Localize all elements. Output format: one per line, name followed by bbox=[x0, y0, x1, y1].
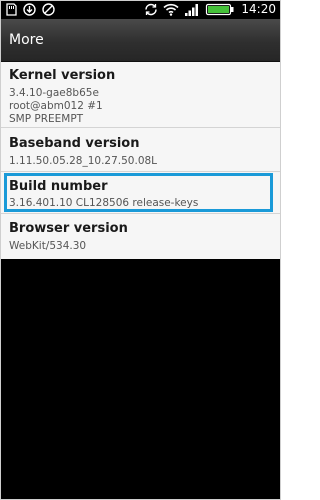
clock: 14:20 bbox=[241, 2, 276, 16]
signal-icon bbox=[184, 3, 199, 16]
item-title: Kernel version bbox=[9, 68, 116, 83]
item-value: 3.4.10-gae8b65e root@abm012 #1 SMP PREEM… bbox=[9, 87, 103, 125]
item-title: Browser version bbox=[9, 221, 128, 236]
sd-card-icon bbox=[5, 3, 17, 16]
list-item-baseband-version[interactable]: Baseband version 1.11.50.05.28_10.27.50.… bbox=[1, 128, 280, 172]
build-number-highlight bbox=[4, 173, 273, 212]
sync-icon bbox=[144, 3, 158, 16]
page-title: More bbox=[9, 32, 44, 48]
download-icon bbox=[23, 3, 36, 16]
item-value: WebKit/534.30 bbox=[9, 240, 87, 252]
info-list: Kernel version 3.4.10-gae8b65e root@abm0… bbox=[1, 62, 280, 259]
list-item-browser-version[interactable]: Browser version WebKit/534.30 bbox=[1, 214, 280, 259]
phone-screen: 14:20 More Kernel version 3.4.10-gae8b65… bbox=[0, 0, 281, 500]
wifi-icon bbox=[163, 3, 179, 16]
item-value: 1.11.50.05.28_10.27.50.08L bbox=[9, 155, 158, 167]
item-title: Baseband version bbox=[9, 136, 140, 151]
battery-icon bbox=[205, 3, 235, 16]
status-bar: 14:20 bbox=[1, 1, 280, 19]
title-bar: More bbox=[1, 19, 280, 62]
list-item-kernel-version[interactable]: Kernel version 3.4.10-gae8b65e root@abm0… bbox=[1, 62, 280, 128]
cancel-icon bbox=[42, 3, 55, 16]
